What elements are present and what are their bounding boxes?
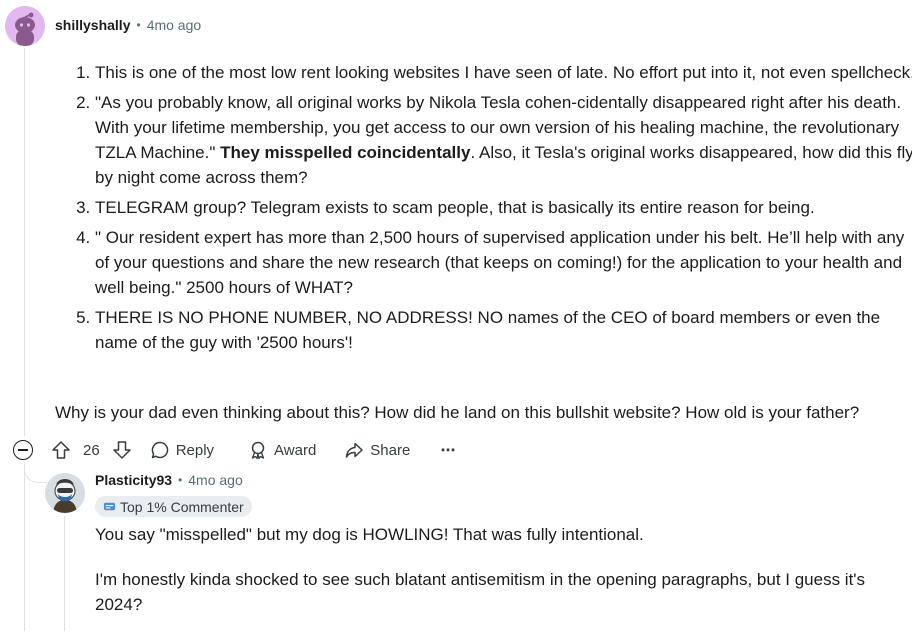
more-options-button[interactable]: ⋯	[440, 441, 455, 459]
comment-body: This is one of the most low rent looking…	[55, 60, 912, 360]
reply-meta: Plasticity93 • 4mo ago	[95, 472, 243, 488]
flair-label: Top 1% Commenter	[120, 498, 244, 515]
share-arrow-icon	[346, 442, 364, 458]
separator-dot: •	[178, 473, 183, 487]
upvote-group: 26	[51, 440, 132, 460]
avatar[interactable]	[5, 6, 45, 46]
avatar[interactable]	[45, 473, 85, 513]
list-item: " Our resident expert has more than 2,50…	[95, 225, 912, 300]
reply-thread-line	[64, 516, 65, 631]
upvote-arrow-icon[interactable]	[51, 440, 71, 460]
user-flair-badge: Top 1% Commenter	[95, 496, 252, 517]
speech-bubble-icon	[151, 441, 168, 459]
list-item: This is one of the most low rent looking…	[95, 60, 912, 85]
comment-action-bar: 26 Reply Award Share ⋯	[13, 436, 455, 464]
award-button[interactable]: Award	[248, 440, 316, 460]
thread-line	[24, 48, 25, 436]
reply-body: You say "misspelled" but my dog is HOWLI…	[95, 522, 895, 637]
reply-label: Reply	[175, 441, 215, 459]
award-ribbon-icon	[251, 441, 265, 460]
list-item: TELEGRAM group? Telegram exists to scam …	[95, 195, 912, 220]
thread-connector	[24, 462, 47, 483]
commenter-badge-icon	[103, 502, 116, 511]
vote-count: 26	[83, 441, 100, 459]
collapse-button[interactable]	[13, 440, 33, 460]
reply-paragraph: I'm honestly kinda shocked to see such b…	[95, 570, 866, 614]
author-name[interactable]: Plasticity93	[95, 472, 172, 488]
minus-icon	[18, 449, 28, 451]
downvote-arrow-icon[interactable]	[112, 440, 132, 460]
share-label: Share	[370, 441, 411, 459]
thread-line	[24, 462, 25, 631]
ellipsis-icon: ⋯	[440, 442, 456, 459]
author-name[interactable]: shillyshally	[55, 17, 130, 33]
snoo-avatar-icon	[5, 6, 45, 46]
timestamp[interactable]: 4mo ago	[147, 17, 201, 33]
reply-paragraph: You say "misspelled" but my dog is HOWLI…	[95, 525, 644, 544]
separator-dot: •	[136, 18, 141, 32]
list-item: "As you probably know, all original work…	[95, 90, 912, 190]
share-button[interactable]: Share	[344, 440, 410, 460]
timestamp[interactable]: 4mo ago	[188, 472, 242, 488]
user-avatar-icon	[45, 473, 85, 513]
numbered-list: This is one of the most low rent looking…	[55, 60, 912, 355]
award-label: Award	[274, 441, 317, 459]
list-item: THERE IS NO PHONE NUMBER, NO ADDRESS! NO…	[95, 305, 912, 355]
bold-text: They misspelled coincidentally	[220, 143, 471, 162]
comment-meta: shillyshally • 4mo ago	[55, 17, 201, 33]
reply-button[interactable]: Reply	[150, 440, 214, 460]
comment-closing-paragraph: Why is your dad even thinking about this…	[55, 403, 860, 422]
